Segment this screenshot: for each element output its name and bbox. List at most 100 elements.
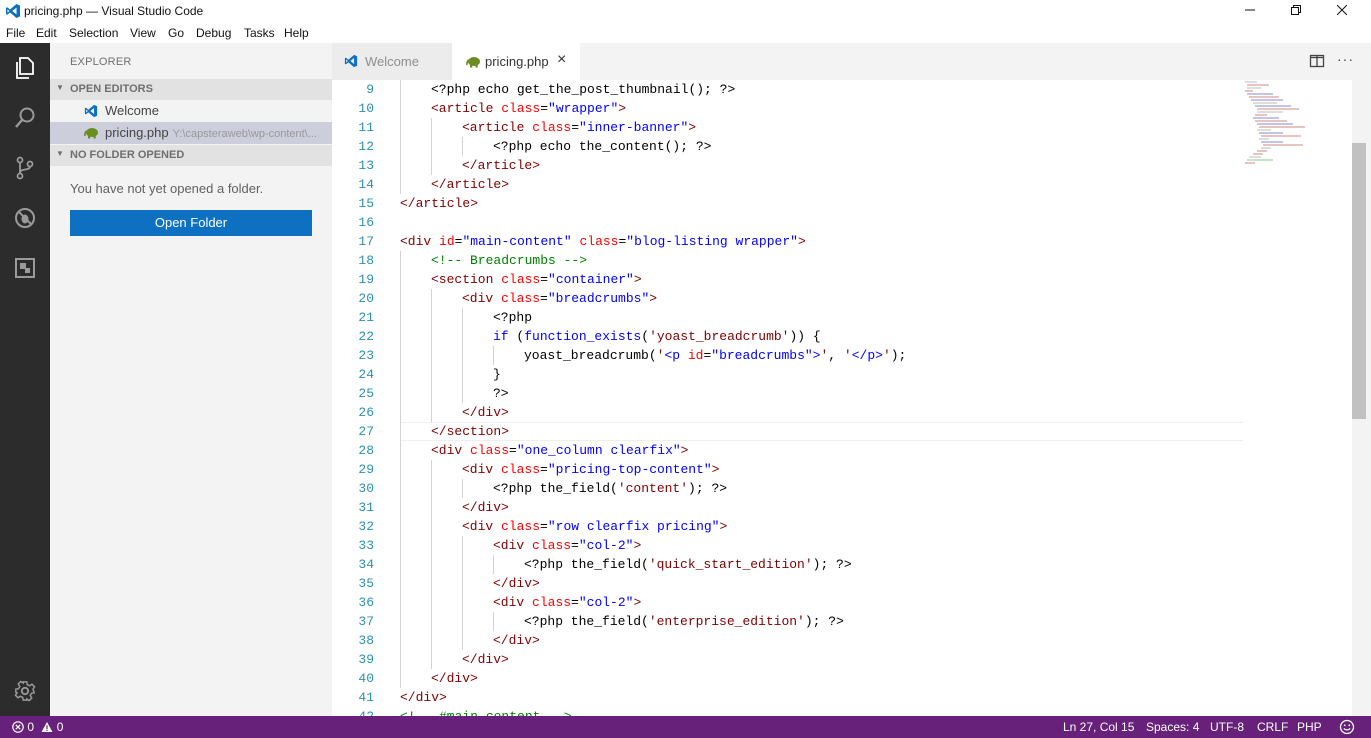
settings-gear-icon[interactable] [0, 669, 50, 713]
code-line[interactable]: 16 [332, 213, 1371, 232]
open-editors-header[interactable]: ▼ OPEN EDITORS [50, 79, 332, 100]
cursor-position[interactable]: Ln 27, Col 15 [1063, 720, 1134, 734]
code-token: class [579, 234, 619, 249]
code-line[interactable]: 17 <div id="main-content" class="blog-lis… [332, 232, 1371, 251]
code-line[interactable]: 30 <?php the_field('content'); ?> [332, 479, 1371, 498]
code-line[interactable]: 39 </div> [332, 650, 1371, 669]
code-line[interactable]: 35 </div> [332, 574, 1371, 593]
restore-icon[interactable] [1273, 0, 1319, 22]
code-line[interactable]: 41 </div> [332, 688, 1371, 707]
line-number: 27 [358, 424, 374, 439]
code-token: class [532, 538, 572, 553]
code-line[interactable]: 24} [332, 365, 1371, 384]
code-token: </div> [462, 405, 509, 420]
indentation[interactable]: Spaces: 4 [1146, 720, 1199, 734]
menu-help[interactable]: Help [284, 26, 309, 40]
code-line[interactable]: 23 yoast_breadcrumb('<p id="breadcrumbs">… [332, 346, 1371, 365]
code-line[interactable]: 28 <div class="one_column clearfix"> [332, 441, 1371, 460]
line-number: 42 [332, 707, 374, 716]
code-line[interactable]: 33 <div class="col-2"> [332, 536, 1371, 555]
code-token: > [618, 101, 627, 116]
menu-go[interactable]: Go [168, 26, 184, 40]
code-line[interactable]: 18 <!-- Breadcrumbs --> [332, 251, 1371, 270]
explorer-icon[interactable] [0, 46, 50, 90]
menu-file[interactable]: File [6, 26, 25, 40]
menu-edit[interactable]: Edit [36, 26, 57, 40]
code-line[interactable]: 15 </article> [332, 194, 1371, 213]
code-token: "col-2" [578, 538, 634, 553]
warning-icon [41, 720, 56, 734]
code-text: <?php the_field('quick_start_edition'); … [524, 555, 852, 574]
language-mode[interactable]: PHP [1297, 720, 1322, 734]
chevron-down-icon: ▼ [56, 149, 64, 158]
code-text: <!-- Breadcrumbs --> [431, 251, 587, 270]
code-token: } [493, 367, 501, 382]
code-line[interactable]: 19 <section class="container"> [332, 270, 1371, 289]
code-line[interactable]: 22 if (function_exists('yoast_breadcrumb'… [332, 327, 1371, 346]
code-line[interactable]: 25 ?> [332, 384, 1371, 403]
encoding[interactable]: UTF-8 [1210, 720, 1244, 734]
code-line[interactable]: 14 </article> [332, 175, 1371, 194]
code-token: ' [843, 348, 852, 363]
code-line[interactable]: 29 <div class="pricing-top-content"> [332, 460, 1371, 479]
minimap[interactable] [1243, 80, 1353, 180]
source-control-icon[interactable] [0, 146, 50, 190]
code-text: <?php the_field('enterprise_edition'); ?… [524, 612, 844, 631]
code-line[interactable]: 12 <?php echo the_content(); ?> [332, 137, 1371, 156]
code-line[interactable]: 34 <?php the_field('quick_start_edition')… [332, 555, 1371, 574]
search-icon[interactable] [0, 96, 50, 140]
extensions-icon[interactable] [0, 246, 50, 290]
code-token: ' [882, 348, 891, 363]
menu-tasks[interactable]: Tasks [244, 26, 275, 40]
code-line[interactable]: 36 <div class="col-2"> [332, 593, 1371, 612]
code-line[interactable]: 42 <!-- #main-content --> [332, 707, 1371, 716]
code-line[interactable]: 32 <div class="row clearfix pricing"> [332, 517, 1371, 536]
menu-debug[interactable]: Debug [196, 26, 231, 40]
code-token: </article> [462, 158, 541, 173]
code-line[interactable]: 21 <?php [332, 308, 1371, 327]
code-line[interactable]: 38 </div> [332, 631, 1371, 650]
code-token: <!-- #main-content --> [400, 709, 572, 716]
close-icon[interactable] [1319, 0, 1365, 22]
open-editor-item-pricing[interactable]: pricing.php Y:\capsteraweb\wp-content\... [50, 122, 332, 144]
code-token: ( [508, 329, 525, 344]
debug-icon[interactable] [0, 196, 50, 240]
tab-welcome[interactable]: Welcome [332, 43, 452, 80]
code-token: id [687, 348, 704, 363]
line-number: 15 [358, 196, 374, 211]
split-editor-icon[interactable] [1309, 53, 1325, 74]
open-folder-button[interactable]: Open Folder [70, 210, 312, 236]
menu-selection[interactable]: Selection [69, 26, 118, 40]
code-line[interactable]: 26 </div> [332, 403, 1371, 422]
vertical-scrollbar[interactable] [1352, 80, 1371, 716]
menu-view[interactable]: View [130, 26, 156, 40]
tab-pricing-php[interactable]: pricing.php × [452, 43, 580, 80]
code-token: <div [431, 443, 471, 458]
open-editor-item-welcome[interactable]: Welcome [50, 100, 332, 122]
minimize-icon[interactable] [1227, 0, 1273, 22]
code-line[interactable]: 9 <?php echo get_the_post_thumbnail(); ?> [332, 80, 1371, 99]
code-line[interactable]: 31 </div> [332, 498, 1371, 517]
code-line[interactable]: 27 </section> [332, 422, 1371, 441]
code-line[interactable]: 10 <article class="wrapper"> [332, 99, 1371, 118]
code-text: </div> [431, 669, 478, 688]
code-token: > [680, 443, 689, 458]
smiley-icon[interactable] [1339, 719, 1355, 738]
chevron-down-icon: ▼ [56, 83, 64, 92]
scrollbar-thumb[interactable] [1352, 143, 1366, 419]
code-token: class [501, 272, 541, 287]
code-line[interactable]: 37 <?php the_field('enterprise_edition');… [332, 612, 1371, 631]
code-line[interactable]: 11 <article class="inner-banner"> [332, 118, 1371, 137]
problems-indicator[interactable]: 0 0 [12, 720, 63, 734]
code-line[interactable]: 20 <div class="breadcrumbs"> [332, 289, 1371, 308]
more-actions-icon[interactable]: ··· [1337, 51, 1354, 67]
no-folder-header[interactable]: ▼ NO FOLDER OPENED [50, 145, 332, 166]
line-ending[interactable]: CRLF [1257, 720, 1288, 734]
error-icon [12, 720, 27, 734]
close-tab-icon[interactable]: × [557, 51, 566, 69]
code-token: = [540, 519, 548, 534]
code-line[interactable]: 40 </div> [332, 669, 1371, 688]
code-editor[interactable]: 9 <?php echo get_the_post_thumbnail(); ?>… [332, 80, 1371, 716]
code-line[interactable]: 13 </article> [332, 156, 1371, 175]
code-token: class [501, 519, 541, 534]
